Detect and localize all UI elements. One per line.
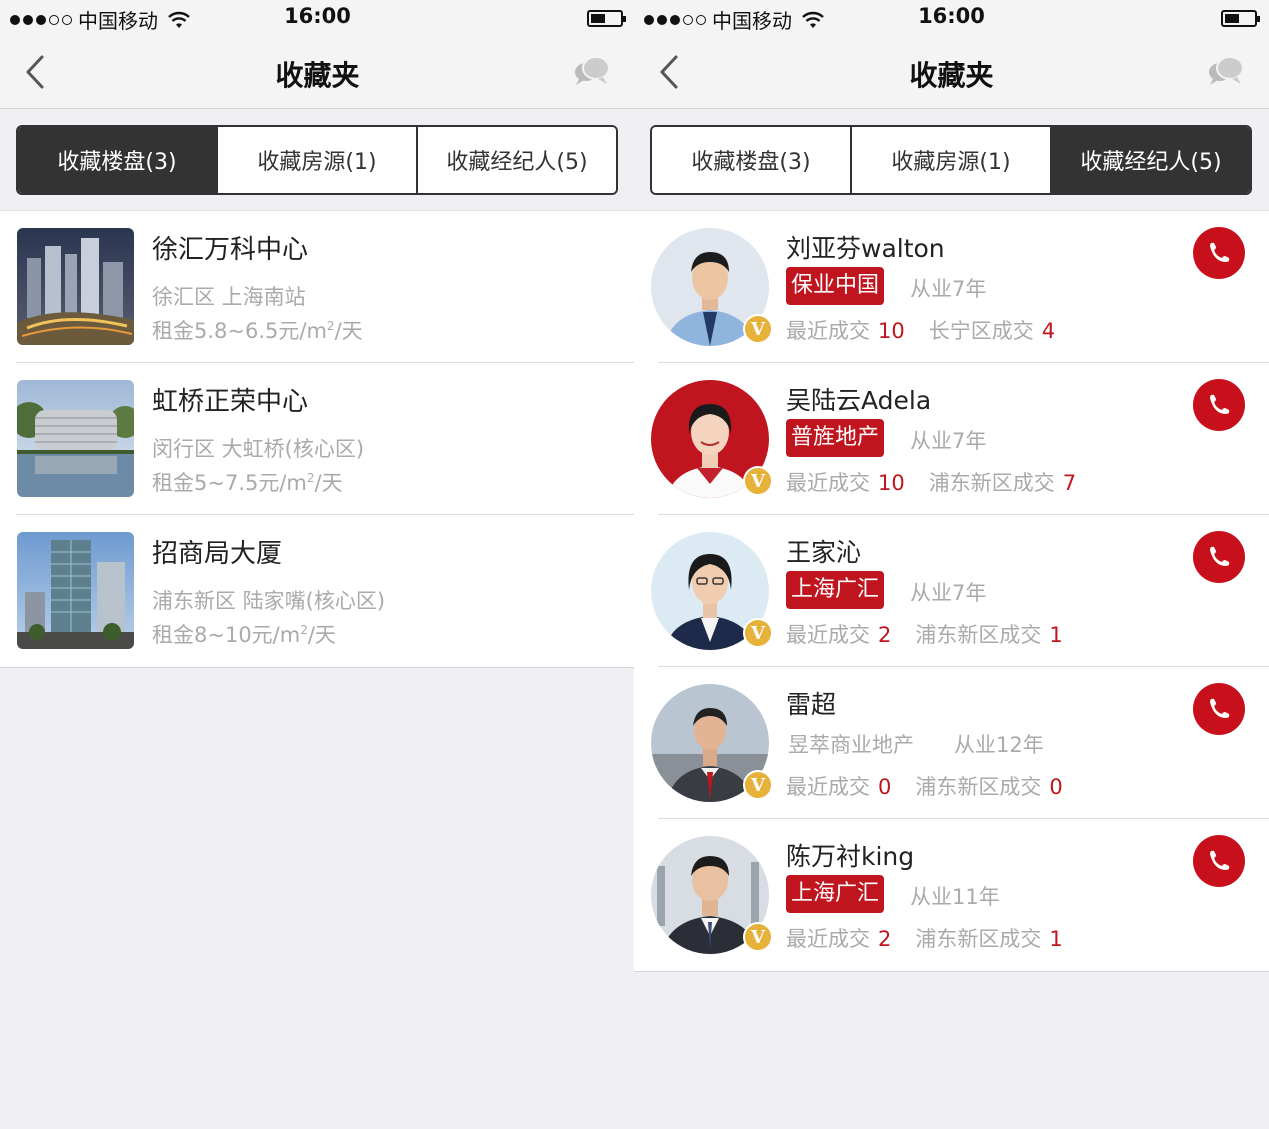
tab-favorite-listings[interactable]: 收藏房源(1) bbox=[852, 127, 1052, 193]
years-experience: 从业7年 bbox=[910, 581, 987, 605]
company-tag: 上海广汇 bbox=[786, 571, 885, 609]
phone-call-icon bbox=[1210, 850, 1230, 870]
call-button[interactable] bbox=[1193, 531, 1245, 583]
verified-v-icon: V bbox=[743, 922, 773, 952]
deal-stats: 最近成交 2 浦东新区成交 1 bbox=[786, 623, 1063, 647]
nav-bar: 收藏夹 bbox=[634, 36, 1269, 109]
building-photo bbox=[17, 228, 134, 345]
list-item[interactable]: V 吴陆云Adela 普旌地产 从业7年 最近成交 10 浦东新区成交 7 bbox=[634, 363, 1269, 515]
favorites-tabs: 收藏楼盘(3) 收藏房源(1) 收藏经纪人(5) bbox=[16, 125, 618, 195]
phone-call-icon bbox=[1210, 394, 1230, 414]
years-experience: 从业7年 bbox=[910, 277, 987, 301]
verified-v-icon: V bbox=[743, 466, 773, 496]
call-button[interactable] bbox=[1193, 379, 1245, 431]
company-tag: 普旌地产 bbox=[786, 419, 885, 457]
agent-name: 刘亚芬walton bbox=[786, 234, 945, 263]
phone-call-icon bbox=[1210, 546, 1230, 566]
building-location: 浦东新区 陆家嘴(核心区) bbox=[152, 589, 386, 613]
building-name: 招商局大厦 bbox=[152, 539, 283, 569]
battery-icon bbox=[587, 10, 626, 27]
nav-bar: 收藏夹 bbox=[0, 36, 635, 109]
call-button[interactable] bbox=[1193, 835, 1245, 887]
building-photo bbox=[17, 532, 134, 649]
list-item[interactable]: 虹桥正荣中心 闵行区 大虹桥(核心区) 租金5~7.5元/m2/天 bbox=[0, 363, 635, 515]
list-item[interactable]: 徐汇万科中心 徐汇区 上海南站 租金5.8~6.5元/m2/天 bbox=[0, 211, 635, 363]
verified-v-icon: V bbox=[743, 314, 773, 344]
avatar: V bbox=[651, 684, 773, 802]
agent-list: V 刘亚芬walton 保业中国 从业7年 最近成交 10 长宁区成交 4 V 吴陆云… bbox=[634, 210, 1269, 972]
company-name: 昱萃商业地产 bbox=[788, 733, 914, 757]
agent-name: 王家沁 bbox=[786, 538, 862, 567]
list-item[interactable]: V 陈万衬king 上海广汇 从业11年 最近成交 2 浦东新区成交 1 bbox=[634, 819, 1269, 971]
avatar: V bbox=[651, 228, 773, 346]
years-experience: 从业11年 bbox=[910, 885, 1000, 909]
building-rent: 租金5.8~6.5元/m2/天 bbox=[152, 319, 363, 343]
battery-icon bbox=[1221, 10, 1260, 27]
avatar: V bbox=[651, 380, 773, 498]
agent-name: 陈万衬king bbox=[786, 842, 915, 871]
favorites-tabs: 收藏楼盘(3) 收藏房源(1) 收藏经纪人(5) bbox=[650, 125, 1252, 195]
phone-call-icon bbox=[1210, 242, 1230, 262]
building-list: 徐汇万科中心 徐汇区 上海南站 租金5.8~6.5元/m2/天 虹桥正荣中心 闵… bbox=[0, 210, 635, 668]
tab-favorite-buildings[interactable]: 收藏楼盘(3) bbox=[652, 127, 852, 193]
years-experience: 从业12年 bbox=[954, 733, 1044, 757]
chat-bubbles-icon[interactable] bbox=[1205, 54, 1247, 90]
building-name: 虹桥正荣中心 bbox=[152, 387, 309, 417]
tab-favorite-listings[interactable]: 收藏房源(1) bbox=[218, 127, 418, 193]
page-title: 收藏夹 bbox=[275, 59, 360, 92]
deal-stats: 最近成交 10 长宁区成交 4 bbox=[786, 319, 1056, 343]
deal-stats: 最近成交 10 浦东新区成交 7 bbox=[786, 471, 1077, 495]
building-rent: 租金5~7.5元/m2/天 bbox=[152, 471, 343, 495]
status-bar: 中国移动 16:00 bbox=[634, 0, 1269, 36]
building-photo bbox=[17, 380, 134, 497]
avatar: V bbox=[651, 836, 773, 954]
phone-call-icon bbox=[1210, 698, 1230, 718]
building-name: 徐汇万科中心 bbox=[152, 235, 309, 265]
call-button[interactable] bbox=[1193, 227, 1245, 279]
page-title: 收藏夹 bbox=[909, 59, 994, 92]
favorites-agents-screen: 中国移动 16:00 收藏夹 收藏楼盘(3) 收藏房源(1) 收藏经纪人(5) … bbox=[634, 0, 1269, 1129]
list-item[interactable]: V 王家沁 上海广汇 从业7年 最近成交 2 浦东新区成交 1 bbox=[634, 515, 1269, 667]
agent-name: 吴陆云Adela bbox=[786, 386, 932, 415]
tab-favorite-agents[interactable]: 收藏经纪人(5) bbox=[418, 127, 616, 193]
building-rent: 租金8~10元/m2/天 bbox=[152, 623, 336, 647]
building-location: 徐汇区 上海南站 bbox=[152, 285, 306, 309]
years-experience: 从业7年 bbox=[910, 429, 987, 453]
company-tag: 保业中国 bbox=[786, 267, 885, 305]
chat-bubbles-icon[interactable] bbox=[571, 54, 613, 90]
status-bar: 中国移动 16:00 bbox=[0, 0, 635, 36]
list-item[interactable]: V 雷超 昱萃商业地产 从业12年 最近成交 0 浦东新区成交 0 bbox=[634, 667, 1269, 819]
list-item[interactable]: 招商局大厦 浦东新区 陆家嘴(核心区) 租金8~10元/m2/天 bbox=[0, 515, 635, 667]
favorites-buildings-screen: 中国移动 16:00 收藏夹 收藏楼盘(3) 收藏房源(1) 收藏经纪人(5) … bbox=[0, 0, 635, 1129]
list-item[interactable]: V 刘亚芬walton 保业中国 从业7年 最近成交 10 长宁区成交 4 bbox=[634, 211, 1269, 363]
verified-v-icon: V bbox=[743, 770, 773, 800]
tab-favorite-agents[interactable]: 收藏经纪人(5) bbox=[1052, 127, 1250, 193]
deal-stats: 最近成交 2 浦东新区成交 1 bbox=[786, 927, 1063, 951]
verified-v-icon: V bbox=[743, 618, 773, 648]
building-location: 闵行区 大虹桥(核心区) bbox=[152, 437, 365, 461]
deal-stats: 最近成交 0 浦东新区成交 0 bbox=[786, 775, 1063, 799]
clock: 16:00 bbox=[284, 4, 351, 28]
call-button[interactable] bbox=[1193, 683, 1245, 735]
company-tag: 上海广汇 bbox=[786, 875, 885, 913]
tab-favorite-buildings[interactable]: 收藏楼盘(3) bbox=[18, 127, 218, 193]
agent-name: 雷超 bbox=[786, 690, 837, 719]
avatar: V bbox=[651, 532, 773, 650]
clock: 16:00 bbox=[918, 4, 985, 28]
